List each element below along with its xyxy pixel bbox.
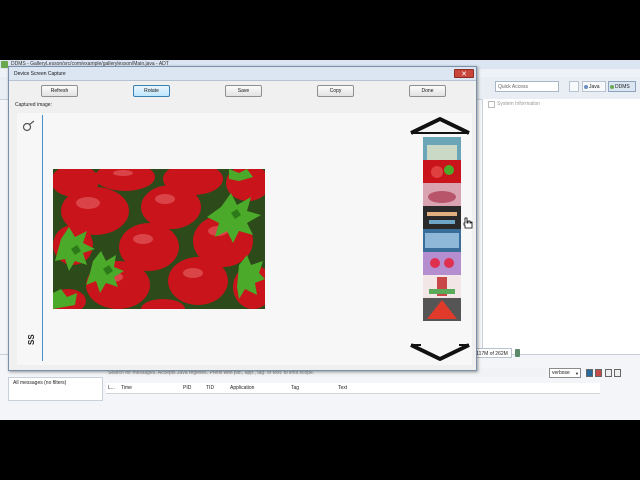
system-information-checkbox[interactable] [488, 101, 495, 108]
column-application[interactable]: Application [230, 385, 254, 391]
column-text[interactable]: Text [338, 385, 347, 391]
captured-image: SS [17, 113, 473, 365]
chevron-down-icon: ▼ [575, 371, 579, 376]
heap-memory-status: 117M of 262M [472, 348, 512, 358]
copy-button[interactable]: Copy [317, 85, 354, 97]
logcat-filter-list: All messages (no filters) [8, 377, 103, 401]
refresh-button[interactable]: Refresh [41, 85, 78, 97]
logcat-table-header: L... Time PID TID Application Tag Text [106, 383, 600, 394]
device-screen-capture-dialog: Device Screen Capture ✕ Refresh Rotate S… [8, 66, 477, 371]
system-information-panel: System Information [482, 99, 640, 389]
captured-image-label: Captured image: [15, 102, 52, 108]
scroll-down-arrow-icon[interactable] [407, 339, 473, 363]
close-icon[interactable]: ✕ [454, 69, 474, 78]
ddms-perspective-label: DDMS [615, 84, 630, 90]
gallery-thumbnail[interactable] [423, 137, 461, 160]
filter-item-all-messages[interactable]: All messages (no filters) [13, 380, 66, 386]
side-label: SS [27, 334, 36, 345]
gallery-thumbnail[interactable] [423, 252, 461, 275]
adt-app-icon [1, 61, 8, 68]
hand-cursor-icon [463, 217, 473, 229]
quick-access-input[interactable]: Quick Access [495, 81, 559, 92]
strawberry-image [53, 169, 265, 309]
thumbnail-gallery[interactable] [423, 137, 461, 330]
scroll-up-arrow-icon[interactable] [407, 115, 473, 137]
clear-log-icon[interactable] [595, 369, 602, 377]
ddms-perspective-icon [610, 85, 614, 89]
ddms-perspective-button[interactable]: DDMS [608, 81, 636, 92]
java-perspective-label: Java [589, 84, 600, 90]
dialog-title: Device Screen Capture [14, 71, 66, 77]
system-information-label[interactable]: System Information [497, 101, 540, 107]
column-level[interactable]: L... [108, 385, 115, 391]
scroll-lock-icon[interactable] [614, 369, 621, 377]
column-tag[interactable]: Tag [291, 385, 299, 391]
java-perspective-button[interactable]: Java [582, 81, 606, 92]
gallery-thumbnail[interactable] [423, 206, 461, 229]
column-pid[interactable]: PID [183, 385, 191, 391]
save-log-icon[interactable] [586, 369, 593, 377]
java-perspective-icon [584, 85, 588, 89]
gallery-thumbnail[interactable] [423, 298, 461, 321]
gallery-thumbnail[interactable] [423, 160, 461, 183]
dialog-title-bar: Device Screen Capture ✕ [9, 67, 476, 81]
save-button[interactable]: Save [225, 85, 262, 97]
gallery-thumbnail[interactable] [423, 275, 461, 298]
log-level-value: verbose [552, 370, 570, 376]
vertical-seek-bar[interactable]: SS [19, 115, 43, 361]
garbage-collect-icon[interactable] [515, 349, 520, 357]
display-mode-icon[interactable] [605, 369, 612, 377]
done-button[interactable]: Done [409, 85, 446, 97]
seek-bar-icon [22, 120, 35, 132]
column-time[interactable]: Time [121, 385, 132, 391]
gallery-thumbnail[interactable] [423, 229, 461, 252]
column-tid[interactable]: TID [206, 385, 214, 391]
gallery-thumbnail[interactable] [423, 183, 461, 206]
log-level-select[interactable]: verbose ▼ [549, 368, 581, 378]
rotate-button[interactable]: Rotate [133, 85, 170, 97]
open-perspective-button[interactable] [569, 81, 579, 92]
